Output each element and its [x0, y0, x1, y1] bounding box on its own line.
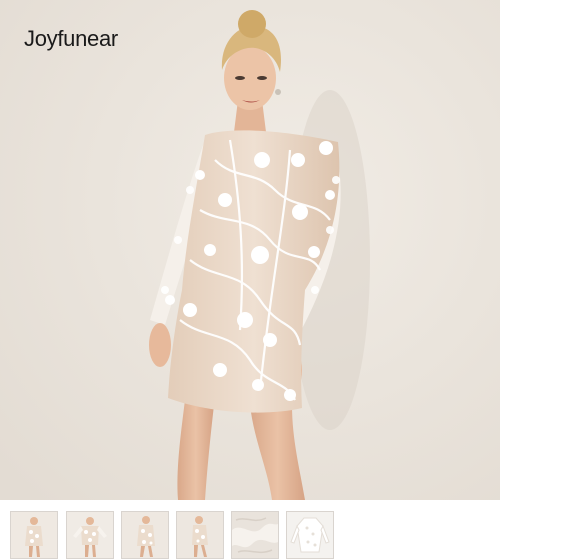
thumbnail-strip — [0, 508, 568, 560]
dress-front-arms-out-thumbnail-icon — [67, 512, 113, 558]
thumbnail-2[interactable] — [66, 511, 114, 559]
dress-flat-thumbnail-icon — [287, 512, 333, 558]
model-photo — [0, 0, 500, 500]
thumbnail-5[interactable] — [231, 511, 279, 559]
brand-logo: Joyfunear — [24, 26, 118, 51]
thumbnail-3[interactable] — [121, 511, 169, 559]
dress-side-pose-thumbnail-icon — [177, 512, 223, 558]
thumbnail-1[interactable] — [10, 511, 58, 559]
thumbnail-4[interactable] — [176, 511, 224, 559]
dress-front-thumbnail-icon — [11, 512, 57, 558]
dress-front-pose-thumbnail-icon — [122, 512, 168, 558]
lace-fabric-detail-thumbnail-icon — [232, 512, 278, 558]
thumbnail-6[interactable] — [286, 511, 334, 559]
main-product-image[interactable]: Joyfunear — [0, 0, 500, 500]
